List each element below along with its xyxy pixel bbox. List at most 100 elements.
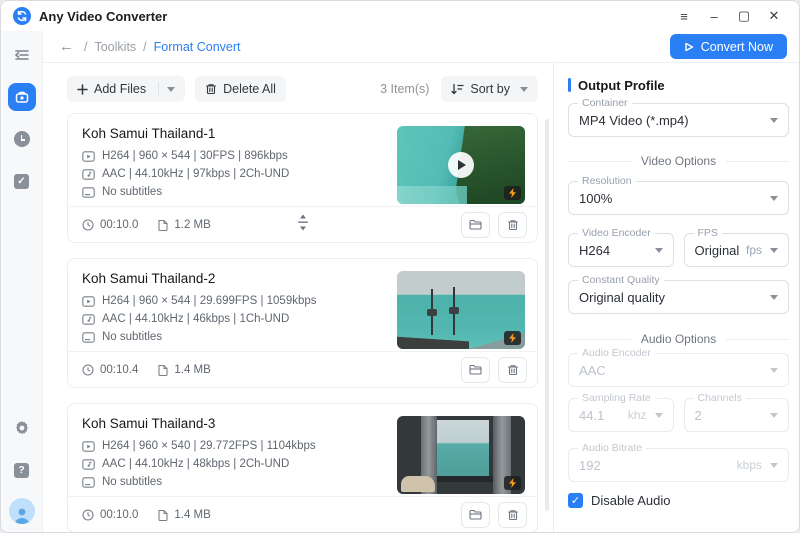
output-profile-header: Output Profile [568,77,789,93]
open-folder-button[interactable] [461,212,490,238]
minimize-icon[interactable]: – [701,5,727,27]
container-select[interactable]: Container MP4 Video (*.mp4) [568,103,789,137]
sidebar: ✓ ? [1,31,43,532]
chevron-down-icon [770,368,778,373]
app-window: Any Video Converter ≡ – ▢ ✕ ✓ [0,0,800,533]
chevron-down-icon [770,196,778,201]
delete-item-button[interactable] [498,502,527,528]
video-options-divider: Video Options [568,153,789,169]
disable-audio-label: Disable Audio [591,493,671,508]
video-encoder-select[interactable]: Video Encoder H264 [568,233,674,267]
maximize-icon[interactable]: ▢ [731,5,757,27]
output-profile-panel: Output Profile Container MP4 Video (*.mp… [555,63,799,532]
play-overlay-icon[interactable] [448,152,474,178]
file-icon [158,509,168,521]
video-thumbnail[interactable] [397,271,525,349]
card-footer: 00:10.0 1.2 MB [68,206,537,242]
video-list-area: Add Files Delete All 3 Item(s) Sort by [43,63,554,532]
trim-handle-icon[interactable] [296,214,310,235]
disable-audio-checkbox[interactable]: ✓ [568,493,583,508]
breadcrumb-toolkits[interactable]: Toolkits [94,40,136,54]
subtitle-icon [82,332,95,343]
folder-icon [469,509,482,520]
audio-options-divider: Audio Options [568,331,789,347]
app-logo-icon [13,7,31,25]
delete-all-button[interactable]: Delete All [195,76,286,102]
open-folder-button[interactable] [461,502,490,528]
navbar: ← / Toolkits / Format Convert Convert No… [43,31,799,63]
sort-icon [451,83,464,95]
audio-stream-icon [82,314,95,325]
collapse-sidebar-icon[interactable] [8,41,36,69]
breadcrumb-separator: / [84,40,87,54]
filesize-stat: 1.4 MB [158,364,210,376]
menu-icon[interactable]: ≡ [671,5,697,27]
audio-bitrate-select: Audio Bitrate 192 kbps [568,448,789,482]
sidebar-item-history[interactable] [8,125,36,153]
audio-stream-icon [82,169,95,180]
panel-title: Output Profile [578,78,665,93]
video-item-card[interactable]: Koh Samui Thailand-3 H264 | 960 × 540 | … [67,403,538,532]
user-avatar[interactable] [9,498,35,524]
sort-by-button[interactable]: Sort by [441,76,538,102]
play-icon [684,42,694,52]
duration-stat: 00:10.4 [82,364,138,376]
chevron-down-icon [770,248,778,253]
plus-icon [77,84,88,95]
help-icon: ? [14,463,29,478]
trash-icon [507,364,519,376]
disable-audio-row: ✓ Disable Audio [568,493,789,508]
list-toolbar: Add Files Delete All 3 Item(s) Sort by [67,76,538,102]
clock-icon [82,364,94,376]
hardware-accel-icon [504,476,521,490]
chevron-down-icon [770,463,778,468]
video-item-card[interactable]: Koh Samui Thailand-2 H264 | 960 × 544 | … [67,258,538,388]
trash-icon [507,509,519,521]
duration-stat: 00:10.0 [82,509,138,521]
sidebar-item-converter[interactable] [8,83,36,111]
card-footer: 00:10.0 1.4 MB [68,496,537,532]
clock-icon [14,131,30,147]
subtitle-icon [82,477,95,488]
close-icon[interactable]: ✕ [761,5,787,27]
trash-icon [507,219,519,231]
hardware-accel-icon [504,331,521,345]
chevron-down-icon [770,118,778,123]
chevron-down-icon [655,248,663,253]
video-item-card[interactable]: Koh Samui Thailand-1 H264 | 960 × 544 | … [67,113,538,243]
chevron-down-icon [770,295,778,300]
video-stream-icon [82,296,95,307]
video-thumbnail[interactable] [397,416,525,494]
channels-select: Channels 2 [684,398,790,432]
item-count: 3 Item(s) [380,82,429,96]
audio-stream-icon [82,459,95,470]
breadcrumb-separator: / [143,40,146,54]
convert-now-button[interactable]: Convert Now [670,34,787,59]
sidebar-item-help[interactable]: ? [8,456,36,484]
card-footer: 00:10.4 1.4 MB [68,351,537,387]
resolution-select[interactable]: Resolution 100% [568,181,789,215]
duration-stat: 00:10.0 [82,219,138,231]
folder-icon [469,219,482,230]
fps-select[interactable]: FPS Original fps [684,233,790,267]
video-stream-icon [82,151,95,162]
sidebar-item-settings[interactable] [8,414,36,442]
audio-encoder-select: Audio Encoder AAC [568,353,789,387]
video-thumbnail[interactable] [397,126,525,204]
breadcrumb-current: Format Convert [154,40,241,54]
sidebar-item-tasks[interactable]: ✓ [8,167,36,195]
constant-quality-select[interactable]: Constant Quality Original quality [568,280,789,314]
chevron-down-icon [520,87,528,92]
back-icon[interactable]: ← [59,38,74,55]
titlebar: Any Video Converter ≡ – ▢ ✕ [1,1,799,31]
list-scrollbar[interactable] [545,119,549,511]
chevron-down-icon [655,413,663,418]
open-folder-button[interactable] [461,357,490,383]
chevron-down-icon [167,87,175,92]
add-files-button[interactable]: Add Files [67,76,185,102]
subtitle-icon [82,187,95,198]
delete-item-button[interactable] [498,212,527,238]
trash-icon [205,83,217,95]
delete-item-button[interactable] [498,357,527,383]
file-icon [158,364,168,376]
